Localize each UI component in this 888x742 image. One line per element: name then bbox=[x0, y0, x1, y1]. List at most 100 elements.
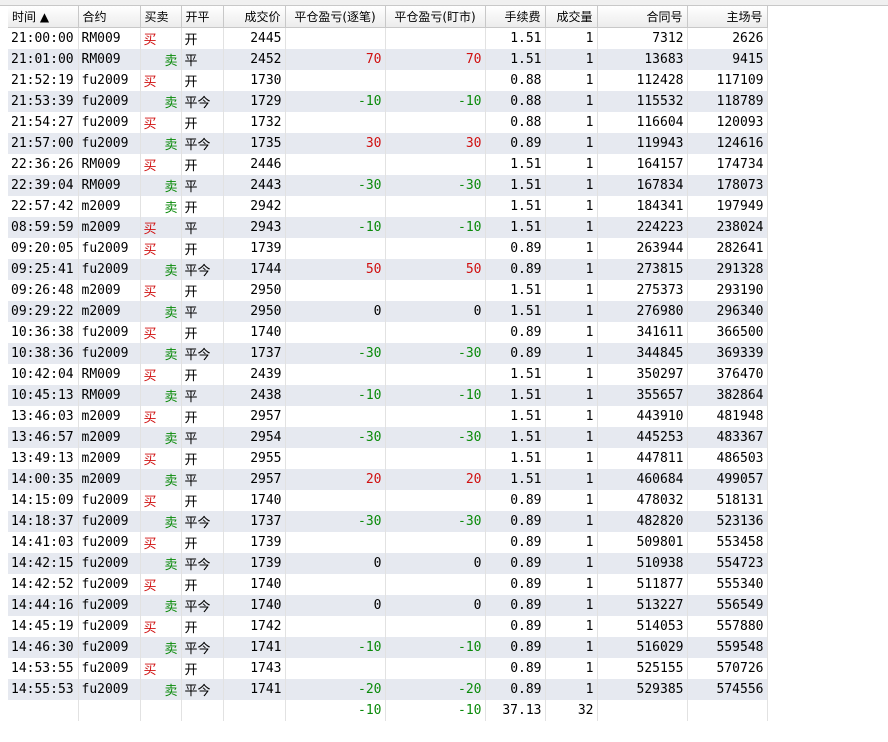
cell-contract-no: 224223 bbox=[597, 217, 688, 238]
column-header-exchange-no[interactable]: 主场号 bbox=[687, 6, 768, 28]
table-row[interactable]: 10:42:04 RM009 买 开 2439 1.51 1 350297 376470 bbox=[8, 364, 768, 385]
cell-exchange-no: 557880 bbox=[687, 616, 768, 637]
table-row[interactable]: 14:46:30 fu2009 卖平今 1741 -10 -10 0.89 1 516029 55… bbox=[8, 637, 768, 658]
cell-price: 2957 bbox=[223, 406, 286, 427]
cell-contract-no: 164157 bbox=[597, 154, 688, 175]
sell-label: 卖 bbox=[164, 264, 178, 279]
cell-side: 买 bbox=[140, 112, 182, 133]
table-row[interactable]: 14:45:19 fu2009 买 开 1742 0.89 1 514053 557880 bbox=[8, 616, 768, 637]
cell-pnl-mark: -30 bbox=[385, 427, 486, 448]
table-row[interactable]: 14:41:03 fu2009 买 开 1739 0.89 1 509801 553458 bbox=[8, 532, 768, 553]
cell-open-close: 平今 bbox=[181, 511, 224, 532]
totals-cell-blank bbox=[78, 700, 141, 721]
cell-contract: fu2009 bbox=[78, 553, 141, 574]
cell-qty: 1 bbox=[545, 70, 598, 91]
totals-cell-blank bbox=[140, 700, 182, 721]
table-row[interactable]: 09:25:41 fu2009 卖平今 1744 50 50 0.89 1 273815 2913… bbox=[8, 259, 768, 280]
cell-time: 14:53:55 bbox=[8, 658, 79, 679]
totals-cell-blank bbox=[181, 700, 224, 721]
cell-open-close: 平今 bbox=[181, 343, 224, 364]
cell-contract: RM009 bbox=[78, 175, 141, 196]
cell-pnl-mark: -10 bbox=[385, 637, 486, 658]
cell-contract-no: 509801 bbox=[597, 532, 688, 553]
cell-contract-no: 447811 bbox=[597, 448, 688, 469]
cell-qty: 1 bbox=[545, 112, 598, 133]
cell-contract-no: 116604 bbox=[597, 112, 688, 133]
cell-price: 1739 bbox=[223, 553, 286, 574]
cell-time: 14:46:30 bbox=[8, 637, 79, 658]
column-header-fee[interactable]: 手续费 bbox=[485, 6, 546, 28]
cell-pnl-trade: -30 bbox=[285, 511, 386, 532]
cell-contract: fu2009 bbox=[78, 679, 141, 700]
column-header-price[interactable]: 成交价 bbox=[223, 6, 286, 28]
cell-pnl-mark bbox=[385, 532, 486, 553]
table-row[interactable]: 14:00:35 m2009 卖平 2957 20 20 1.51 1 460684 499057 bbox=[8, 469, 768, 490]
table-row[interactable]: 14:44:16 fu2009 卖平今 1740 0 0 0.89 1 513227 556549 bbox=[8, 595, 768, 616]
cell-contract-no: 115532 bbox=[597, 91, 688, 112]
totals-row: -10 -10 37.13 32 bbox=[8, 700, 768, 721]
table-row[interactable]: 09:20:05 fu2009 买 开 1739 0.89 1 263944 282641 bbox=[8, 238, 768, 259]
cell-fee: 0.88 bbox=[485, 91, 546, 112]
sell-label: 卖 bbox=[164, 474, 178, 489]
sell-label: 卖 bbox=[164, 432, 178, 447]
cell-open-close: 开 bbox=[181, 238, 224, 259]
table-row[interactable]: 14:42:52 fu2009 买 开 1740 0.89 1 511877 555340 bbox=[8, 574, 768, 595]
table-row[interactable]: 14:42:15 fu2009 卖平今 1739 0 0 0.89 1 510938 554723 bbox=[8, 553, 768, 574]
cell-pnl-mark bbox=[385, 448, 486, 469]
table-row[interactable]: 21:52:19 fu2009 买 开 1730 0.88 1 112428 117109 bbox=[8, 70, 768, 91]
table-row[interactable]: 10:36:38 fu2009 买 开 1740 0.89 1 341611 366500 bbox=[8, 322, 768, 343]
table-row[interactable]: 09:29:22 m2009 卖平 2950 0 0 1.51 1 276980 296340 bbox=[8, 301, 768, 322]
totals-cell-blank bbox=[687, 700, 768, 721]
table-row[interactable]: 09:26:48 m2009 买 开 2950 1.51 1 275373 293190 bbox=[8, 280, 768, 301]
cell-pnl-trade: 0 bbox=[285, 595, 386, 616]
cell-time: 22:36:26 bbox=[8, 154, 79, 175]
cell-contract: RM009 bbox=[78, 385, 141, 406]
table-row[interactable]: 22:39:04 RM009 卖平 2443 -30 -30 1.51 1 167834 1780… bbox=[8, 175, 768, 196]
table-row[interactable]: 21:00:00 RM009 买 开 2445 1.51 1 7312 2626 bbox=[8, 27, 768, 49]
table-row[interactable]: 21:01:00 RM009 卖平 2452 70 70 1.51 1 13683 9415 bbox=[8, 49, 768, 70]
cell-qty: 1 bbox=[545, 532, 598, 553]
column-header-contract-no[interactable]: 合同号 bbox=[597, 6, 688, 28]
column-header-pnl-trade[interactable]: 平仓盈亏(逐笔) bbox=[285, 6, 386, 28]
cell-fee: 0.89 bbox=[485, 238, 546, 259]
cell-pnl-trade bbox=[285, 616, 386, 637]
cell-pnl-trade bbox=[285, 532, 386, 553]
cell-contract: fu2009 bbox=[78, 238, 141, 259]
table-row[interactable]: 14:18:37 fu2009 卖平今 1737 -30 -30 0.89 1 482820 52… bbox=[8, 511, 768, 532]
table-row[interactable]: 13:49:13 m2009 买 开 2955 1.51 1 447811 486503 bbox=[8, 448, 768, 469]
table-row[interactable]: 14:55:53 fu2009 卖平今 1741 -20 -20 0.89 1 529385 57… bbox=[8, 679, 768, 700]
cell-pnl-mark bbox=[385, 238, 486, 259]
table-row[interactable]: 21:54:27 fu2009 买 开 1732 0.88 1 116604 120093 bbox=[8, 112, 768, 133]
table-row[interactable]: 10:45:13 RM009 卖平 2438 -10 -10 1.51 1 355657 3828… bbox=[8, 385, 768, 406]
column-header-open-close[interactable]: 开平 bbox=[181, 6, 224, 28]
column-header-contract[interactable]: 合约 bbox=[78, 6, 141, 28]
table-row[interactable]: 14:15:09 fu2009 买 开 1740 0.89 1 478032 518131 bbox=[8, 490, 768, 511]
table-row[interactable]: 13:46:03 m2009 买 开 2957 1.51 1 443910 481948 bbox=[8, 406, 768, 427]
table-row[interactable]: 21:53:39 fu2009 卖平今 1729 -10 -10 0.88 1 115532 11… bbox=[8, 91, 768, 112]
cell-fee: 0.89 bbox=[485, 343, 546, 364]
cell-fee: 0.89 bbox=[485, 259, 546, 280]
table-row[interactable]: 13:46:57 m2009 卖平 2954 -30 -30 1.51 1 445253 4833… bbox=[8, 427, 768, 448]
cell-open-close: 开 bbox=[181, 532, 224, 553]
column-header-qty[interactable]: 成交量 bbox=[545, 6, 598, 28]
table-row[interactable]: 22:36:26 RM009 买 开 2446 1.51 1 164157 174734 bbox=[8, 154, 768, 175]
table-row[interactable]: 10:38:36 fu2009 卖平今 1737 -30 -30 0.89 1 344845 36… bbox=[8, 343, 768, 364]
cell-side: 卖 bbox=[140, 133, 182, 154]
table-row[interactable]: 08:59:59 m2009 买平 2943 -10 -10 1.51 1 224223 2380… bbox=[8, 217, 768, 238]
cell-open-close: 平 bbox=[181, 49, 224, 70]
cell-side: 卖 bbox=[140, 427, 182, 448]
table-row[interactable]: 22:57:42 m2009 卖开 2942 1.51 1 184341 197949 bbox=[8, 196, 768, 217]
sell-label: 卖 bbox=[164, 390, 178, 405]
column-header-time[interactable]: 时间 ▲ bbox=[8, 6, 79, 28]
cell-pnl-trade bbox=[285, 238, 386, 259]
cell-pnl-trade bbox=[285, 280, 386, 301]
table-row[interactable]: 14:53:55 fu2009 买 开 1743 0.89 1 525155 570726 bbox=[8, 658, 768, 679]
cell-price: 1732 bbox=[223, 112, 286, 133]
cell-time: 09:25:41 bbox=[8, 259, 79, 280]
cell-open-close: 开 bbox=[181, 112, 224, 133]
cell-qty: 1 bbox=[545, 175, 598, 196]
column-header-side[interactable]: 买卖 bbox=[140, 6, 182, 28]
table-row[interactable]: 21:57:00 fu2009 卖平今 1735 30 30 0.89 1 119943 1246… bbox=[8, 133, 768, 154]
cell-contract: RM009 bbox=[78, 364, 141, 385]
column-header-pnl-mark[interactable]: 平仓盈亏(盯市) bbox=[385, 6, 486, 28]
